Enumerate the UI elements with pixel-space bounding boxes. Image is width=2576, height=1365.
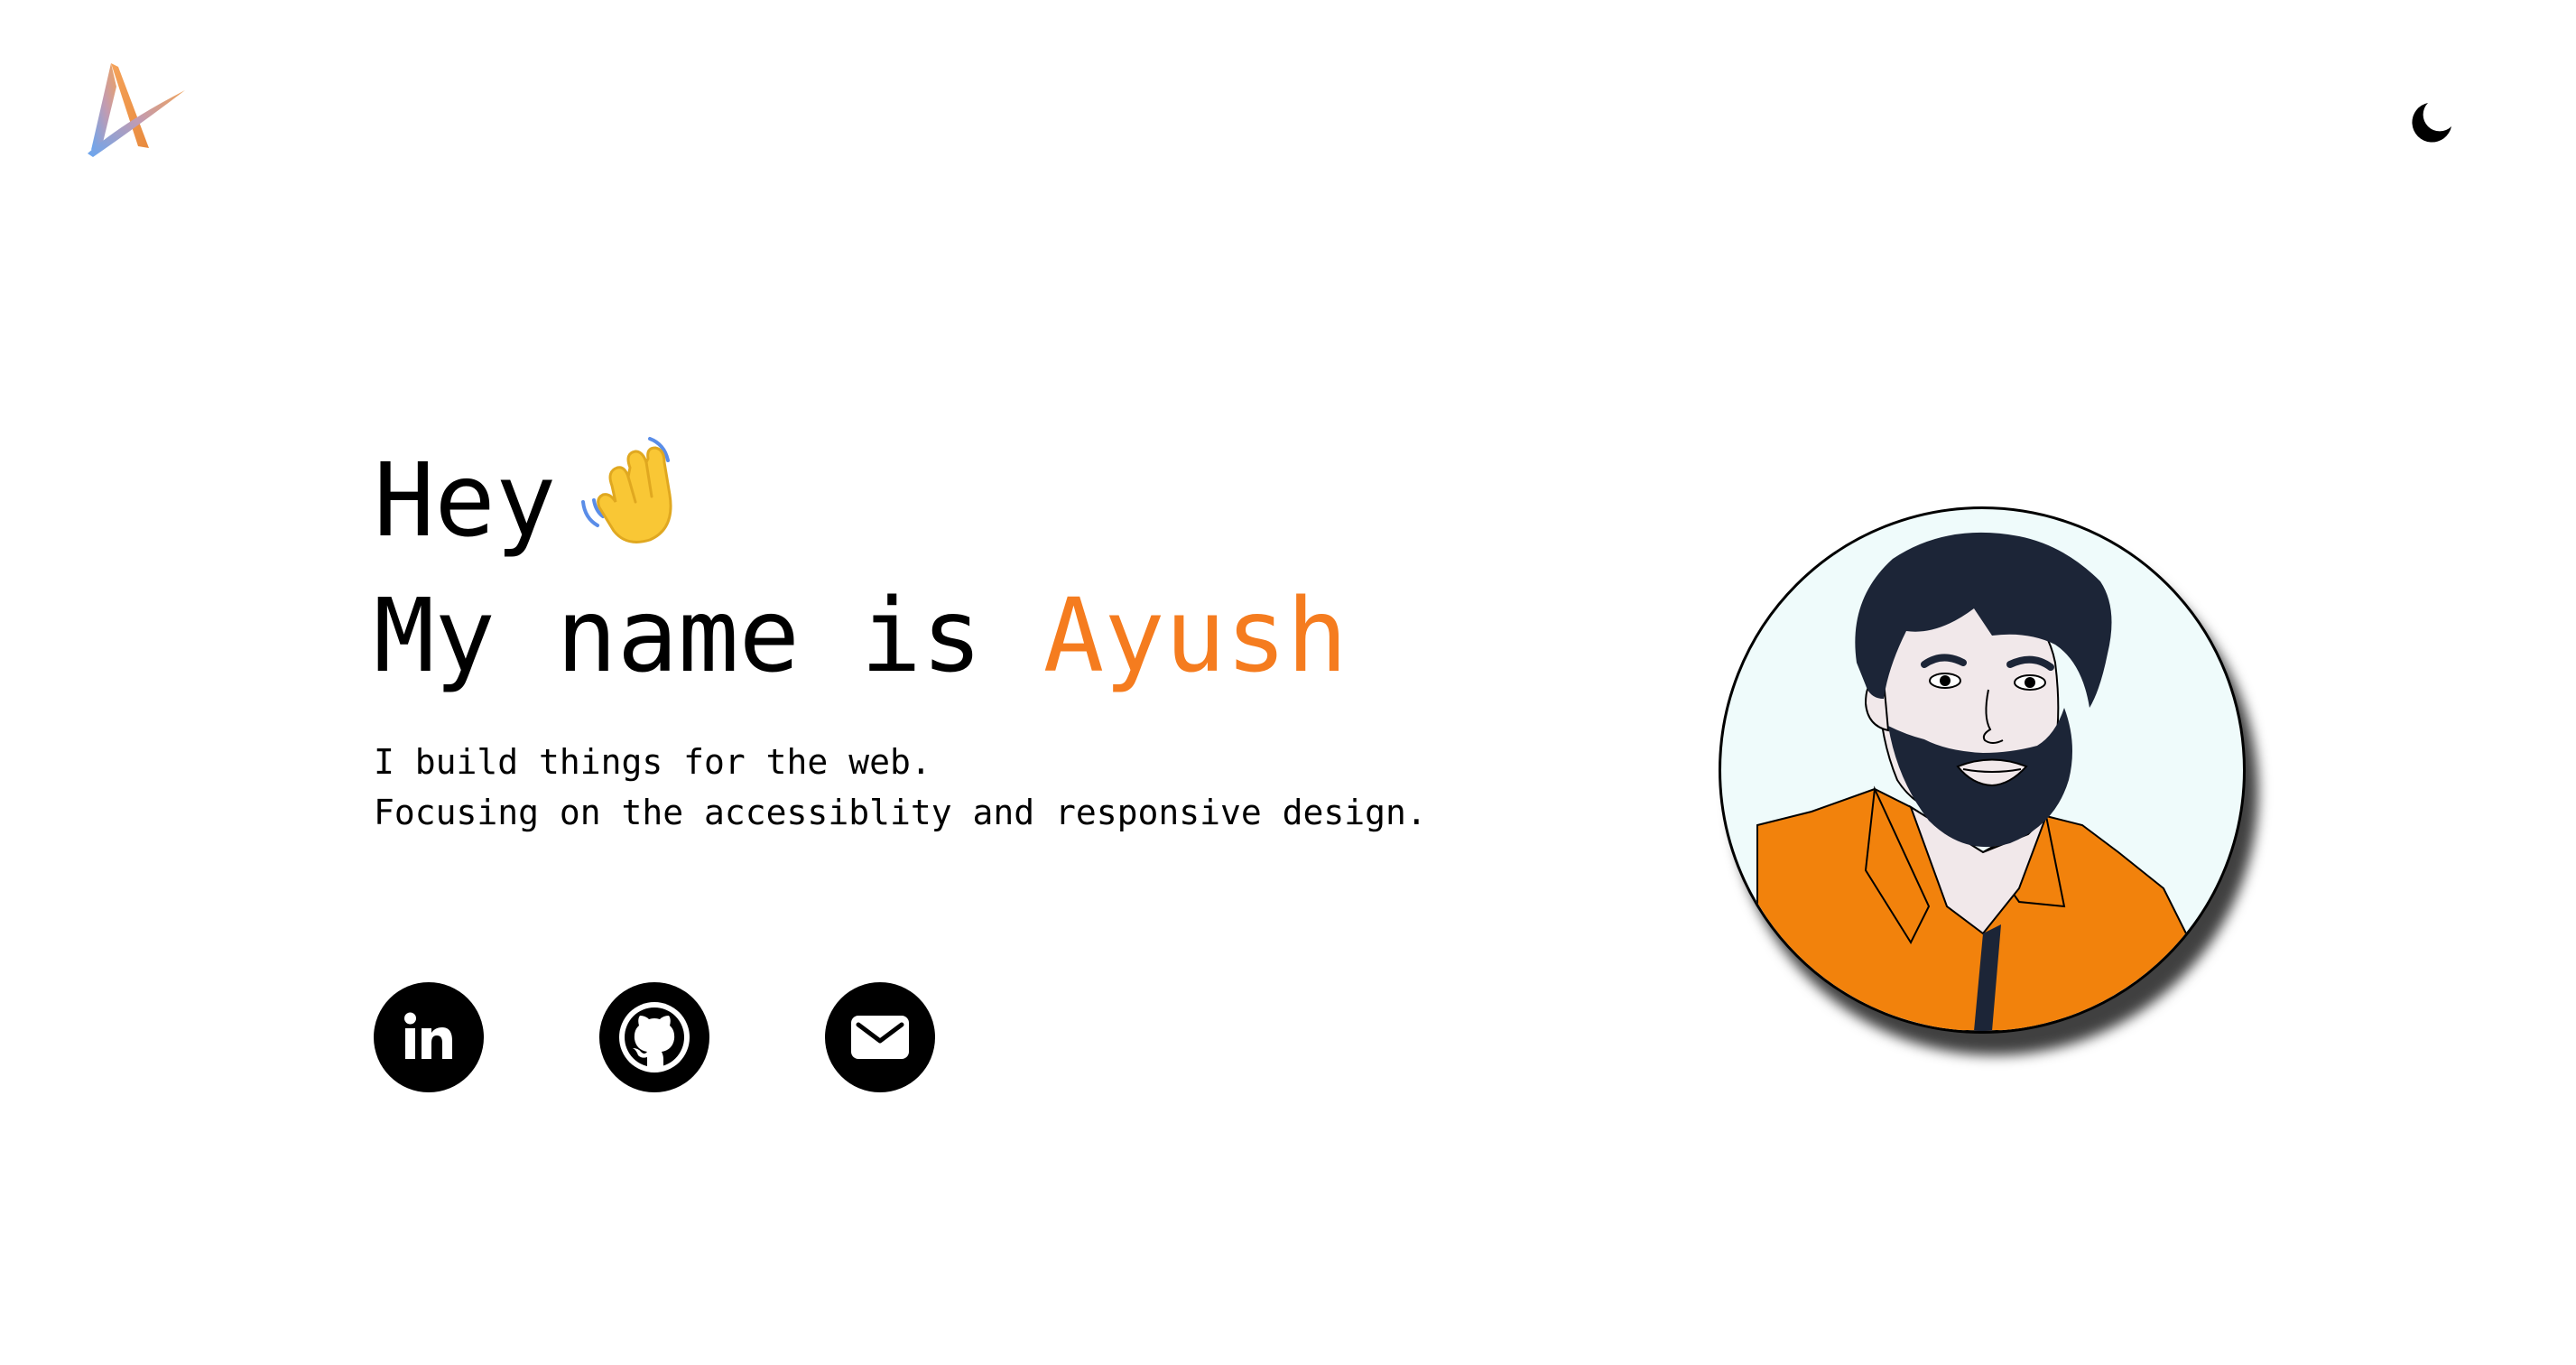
social-links [374, 982, 935, 1092]
a-monogram-logo-icon [88, 63, 185, 157]
name-highlight: Ayush [1042, 578, 1348, 695]
email-link[interactable] [825, 982, 935, 1092]
mail-icon [851, 1016, 909, 1059]
name-prefix: My name is [374, 578, 1043, 695]
name-heading: My name is Ayush [374, 569, 1547, 704]
greeting-text: Hey [374, 442, 557, 560]
tagline-line-2: Focusing on the accessiblity and respons… [374, 793, 1427, 832]
moon-icon [2412, 103, 2451, 143]
avatar [1719, 506, 2246, 1034]
github-link[interactable] [599, 982, 709, 1092]
avatar-illustration [1737, 532, 2229, 1031]
hero-section: Hey My name is Ayush I build things for … [374, 433, 1547, 838]
tagline-line-1: I build things for the web. [374, 742, 931, 782]
theme-toggle-button[interactable] [2405, 95, 2460, 149]
greeting-line: Hey [374, 433, 1547, 569]
linkedin-icon [404, 1012, 452, 1059]
waving-hand-icon [581, 437, 672, 543]
tagline: I build things for the web. Focusing on t… [374, 737, 1547, 838]
site-logo[interactable] [86, 60, 190, 159]
linkedin-link[interactable] [374, 982, 484, 1092]
github-icon [619, 1002, 690, 1072]
